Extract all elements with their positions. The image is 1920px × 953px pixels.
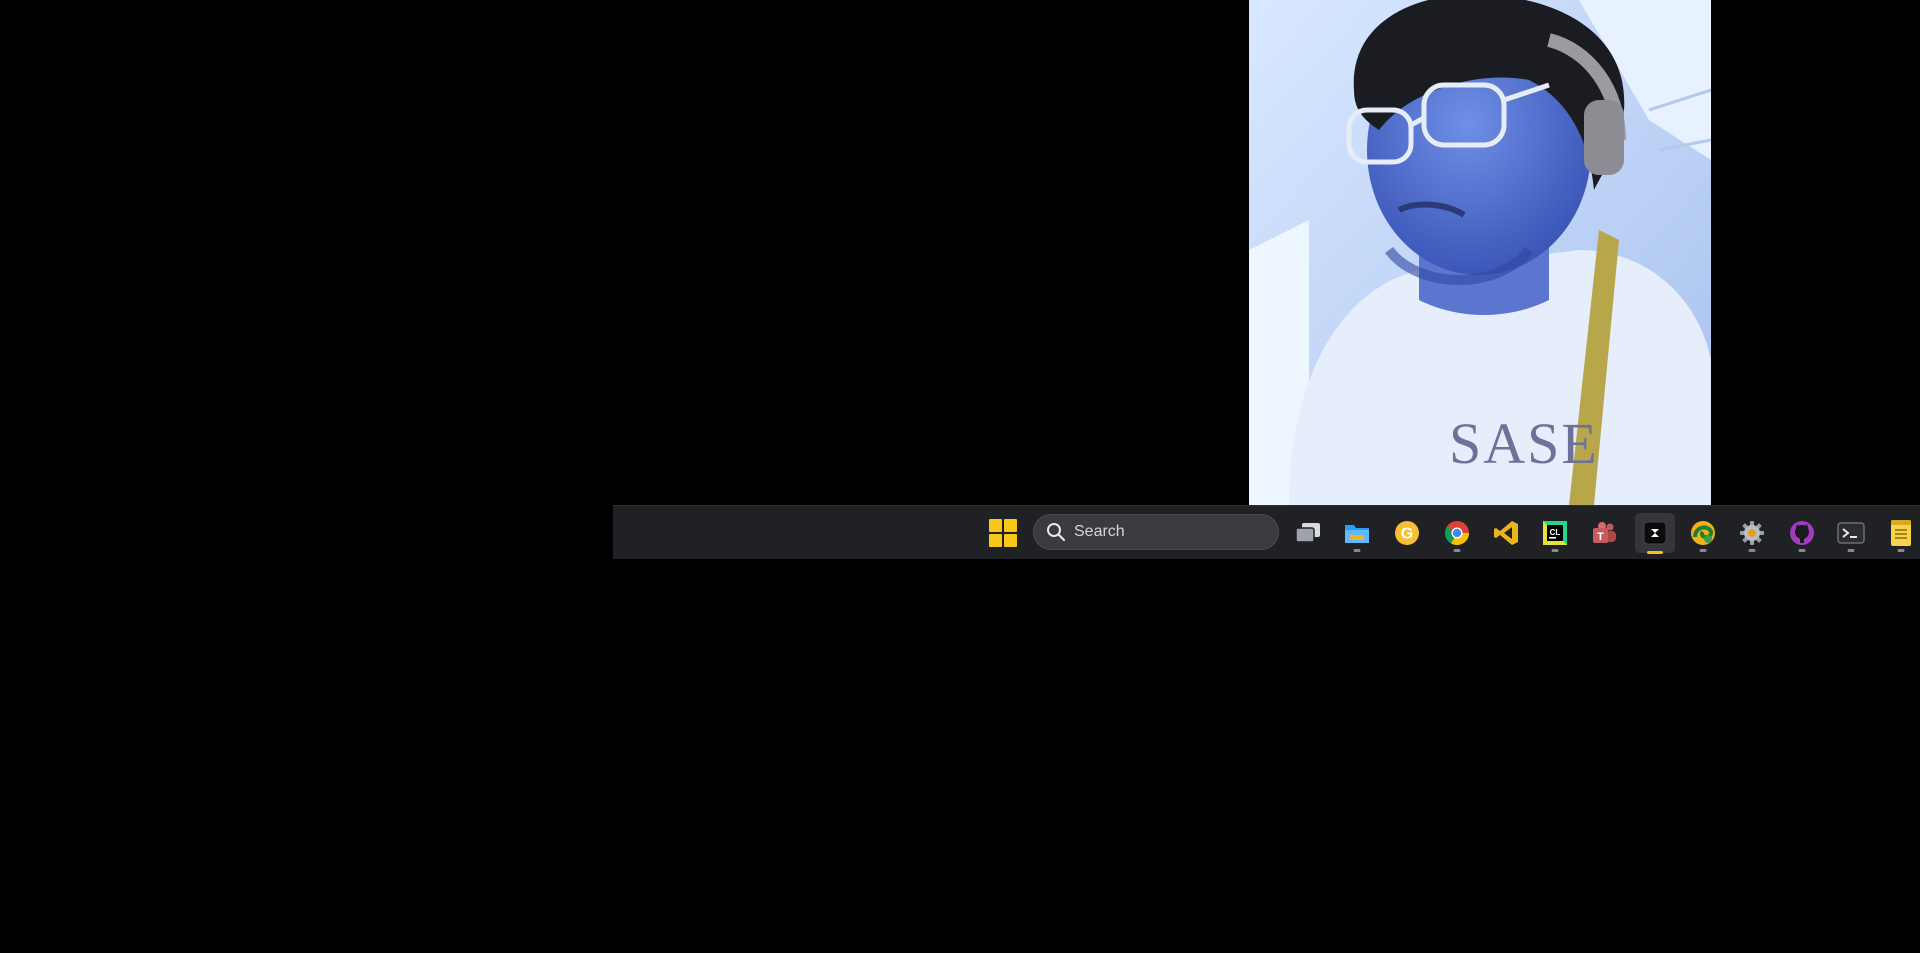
notepad-button[interactable] bbox=[1883, 515, 1919, 552]
terminal-icon bbox=[1837, 522, 1865, 544]
running-indicator bbox=[1699, 549, 1707, 552]
file-explorer-button[interactable] bbox=[1339, 515, 1375, 552]
svg-text:G: G bbox=[1401, 526, 1413, 543]
settings-gear-icon bbox=[1740, 521, 1764, 545]
shirt-text: SASE bbox=[1449, 411, 1599, 476]
clion-icon: CL bbox=[1543, 521, 1567, 545]
teams-button[interactable]: T bbox=[1586, 515, 1622, 551]
webcam-window: SASE bbox=[1249, 0, 1711, 505]
running-indicator bbox=[1353, 549, 1361, 552]
terminal-button[interactable] bbox=[1833, 515, 1869, 552]
taskbar: Search G CL T bbox=[613, 505, 1920, 559]
clion-button[interactable]: CL bbox=[1537, 515, 1573, 552]
visual-studio-icon bbox=[1494, 521, 1518, 545]
search-icon bbox=[1047, 523, 1066, 542]
g-app-icon: G bbox=[1395, 521, 1419, 545]
chrome-icon bbox=[1444, 521, 1469, 546]
running-indicator bbox=[1551, 549, 1559, 552]
file-explorer-icon bbox=[1345, 525, 1369, 543]
active-indicator bbox=[1647, 551, 1663, 554]
task-view-button[interactable] bbox=[1290, 515, 1326, 551]
running-indicator bbox=[1798, 549, 1806, 552]
running-indicator bbox=[1748, 549, 1756, 552]
edge-canary-icon bbox=[1691, 521, 1715, 545]
g-app-button[interactable]: G bbox=[1389, 515, 1425, 551]
chrome-button[interactable] bbox=[1439, 515, 1475, 552]
running-indicator bbox=[1453, 549, 1461, 552]
search-label: Search bbox=[1074, 523, 1125, 540]
teams-icon: T bbox=[1593, 522, 1616, 543]
windows-logo-icon bbox=[989, 519, 1002, 532]
svg-text:CL: CL bbox=[1550, 528, 1561, 537]
visual-studio-button[interactable] bbox=[1488, 515, 1524, 551]
github-icon bbox=[1790, 521, 1814, 545]
running-indicator bbox=[1897, 549, 1905, 552]
task-view-icon bbox=[1295, 523, 1320, 543]
svg-text:T: T bbox=[1597, 531, 1604, 543]
edge-canary-button[interactable] bbox=[1685, 515, 1721, 552]
github-desktop-button[interactable] bbox=[1784, 515, 1820, 552]
settings-button[interactable] bbox=[1734, 515, 1770, 552]
running-indicator bbox=[1847, 549, 1855, 552]
notepad-icon bbox=[1891, 520, 1911, 546]
dark-app-button[interactable] bbox=[1635, 513, 1675, 554]
dark-app-icon bbox=[1643, 521, 1667, 545]
start-button[interactable] bbox=[989, 519, 1017, 547]
search-input[interactable]: Search bbox=[1033, 514, 1279, 550]
